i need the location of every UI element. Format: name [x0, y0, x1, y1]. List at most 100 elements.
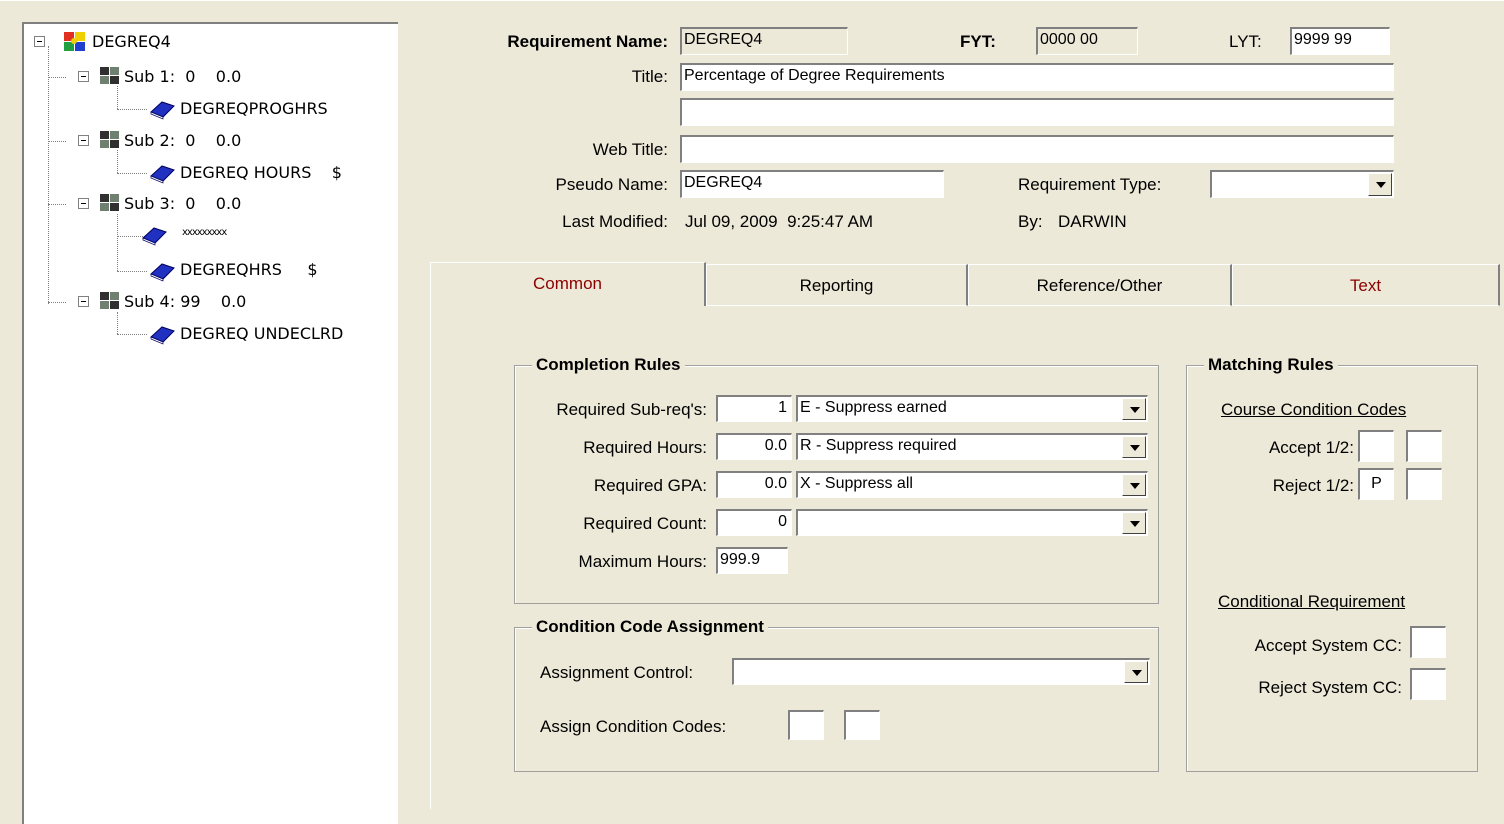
- book-icon: [150, 326, 175, 345]
- assignment-control-select[interactable]: [732, 658, 1150, 685]
- web-title-field[interactable]: [680, 135, 1394, 163]
- required-subreqs-select[interactable]: E - Suppress earned: [796, 395, 1148, 422]
- required-hours-select[interactable]: R - Suppress required: [796, 433, 1148, 460]
- tree-leaf-label[interactable]: DEGREQ UNDECLRD: [180, 323, 398, 345]
- matching-rules-group: [1186, 365, 1478, 772]
- accept-system-cc-label: Accept System CC:: [1254, 636, 1402, 655]
- tab-text-label: Text: [1349, 276, 1382, 295]
- dropdown-arrow-icon[interactable]: [1122, 474, 1146, 496]
- assign-code-2-field[interactable]: [844, 710, 880, 740]
- book-icon: [142, 227, 167, 246]
- required-subreqs-field[interactable]: 1: [716, 395, 792, 422]
- accept-12-label: Accept 1/2:: [1268, 438, 1354, 457]
- collapse-toggle[interactable]: [78, 296, 89, 307]
- dropdown-arrow-icon[interactable]: [1122, 398, 1146, 420]
- tree-leaf-label[interactable]: DEGREQHRS $: [180, 259, 318, 281]
- required-gpa-label: Required GPA:: [593, 476, 707, 495]
- collapse-toggle[interactable]: [78, 198, 89, 209]
- tree-root-label[interactable]: DEGREQ4: [92, 31, 171, 53]
- tree-line: [117, 214, 118, 271]
- title-field-2[interactable]: [680, 98, 1394, 126]
- by-label: By:: [1018, 212, 1043, 231]
- title-field[interactable]: Percentage of Degree Requirements: [680, 63, 1394, 91]
- by-value: DARWIN: [1058, 212, 1127, 231]
- puzzle-icon: [100, 67, 119, 84]
- last-modified-value: Jul 09, 2009 9:25:47 AM: [685, 212, 874, 231]
- tree-leaf-label[interactable]: DEGREQPROGHRS: [180, 98, 328, 120]
- tree-line: [117, 109, 147, 110]
- tree-line: [48, 141, 66, 142]
- required-gpa-select[interactable]: X - Suppress all: [796, 471, 1148, 498]
- tree-sub-label[interactable]: Sub 1: 0 0.0: [124, 66, 241, 88]
- accept-1-field[interactable]: [1358, 430, 1394, 462]
- web-title-label: Web Title:: [592, 140, 668, 159]
- puzzle-icon: [100, 292, 119, 309]
- tree-line: [117, 173, 147, 174]
- assign-code-1-field[interactable]: [788, 710, 824, 740]
- tab-text[interactable]: Text: [1232, 264, 1500, 306]
- tab-common-label: Common: [533, 274, 602, 293]
- collapse-toggle[interactable]: [78, 71, 89, 82]
- reject-2-field[interactable]: [1406, 468, 1442, 500]
- tab-reporting[interactable]: Reporting: [706, 264, 968, 306]
- dropdown-arrow-icon[interactable]: [1124, 661, 1148, 683]
- condition-code-title: Condition Code Assignment: [532, 617, 768, 637]
- completion-rules-title: Completion Rules: [532, 355, 685, 375]
- condition-code-group: [514, 627, 1159, 772]
- title-label: Title:: [631, 67, 668, 86]
- req-name-label: Requirement Name:: [507, 32, 668, 51]
- tree-line: [48, 302, 66, 303]
- assign-condition-codes-label: Assign Condition Codes:: [540, 717, 727, 736]
- required-count-select[interactable]: [796, 509, 1148, 536]
- accept-2-field[interactable]: [1406, 430, 1442, 462]
- course-condition-codes-heading: Course Condition Codes: [1221, 400, 1407, 419]
- window-top-edge: [0, 0, 1504, 5]
- pseudo-name-field[interactable]: DEGREQ4: [680, 170, 944, 198]
- matching-rules-title: Matching Rules: [1204, 355, 1338, 375]
- required-hours-field[interactable]: 0.0: [716, 433, 792, 460]
- required-hours-label: Required Hours:: [583, 438, 707, 457]
- collapse-toggle[interactable]: [34, 36, 45, 47]
- requirement-tree[interactable]: DEGREQ4 Sub 1: 0 0.0 DEGREQPROGHRS Sub 2…: [22, 22, 398, 824]
- required-count-field[interactable]: 0: [716, 509, 792, 536]
- accept-system-cc-field[interactable]: [1410, 626, 1446, 658]
- tree-sub-label[interactable]: Sub 2: 0 0.0: [124, 130, 241, 152]
- req-type-select[interactable]: [1210, 170, 1394, 198]
- tree-line: [48, 77, 66, 78]
- dropdown-arrow-icon[interactable]: [1122, 436, 1146, 458]
- tree-line: [117, 312, 118, 334]
- tree-line: [117, 150, 118, 173]
- tree-leaf-label[interactable]: xxxxxxxxx: [182, 222, 227, 244]
- tree-line: [48, 204, 66, 205]
- fyt-label: FYT:: [960, 32, 996, 51]
- tree-leaf-label[interactable]: DEGREQ HOURS $: [180, 162, 342, 184]
- required-count-label: Required Count:: [583, 514, 707, 533]
- lyt-field[interactable]: 9999 99: [1290, 27, 1390, 55]
- lyt-label: LYT:: [1229, 32, 1262, 51]
- color-puzzle-icon: [64, 32, 85, 51]
- tree-sub-label[interactable]: Sub 3: 0 0.0: [124, 193, 241, 215]
- fyt-field[interactable]: 0000 00: [1036, 27, 1138, 55]
- puzzle-icon: [100, 194, 119, 211]
- dropdown-arrow-icon[interactable]: [1368, 173, 1392, 196]
- puzzle-icon: [100, 131, 119, 148]
- collapse-toggle[interactable]: [78, 135, 89, 146]
- maximum-hours-field[interactable]: 999.9: [716, 547, 788, 574]
- last-modified-label: Last Modified:: [562, 212, 668, 231]
- tab-common[interactable]: Common: [430, 262, 706, 306]
- book-icon: [150, 165, 175, 184]
- tab-reference-other[interactable]: Reference/Other: [968, 264, 1232, 306]
- tree-line: [117, 271, 147, 272]
- req-name-field[interactable]: DEGREQ4: [680, 27, 848, 55]
- dropdown-arrow-icon[interactable]: [1122, 512, 1146, 534]
- required-subreqs-option: E - Suppress earned: [800, 399, 947, 416]
- tree-sub-label[interactable]: Sub 4: 99 0.0: [124, 291, 246, 313]
- reject-12-label: Reject 1/2:: [1272, 476, 1354, 495]
- required-hours-option: R - Suppress required: [800, 437, 957, 454]
- reject-system-cc-field[interactable]: [1410, 668, 1446, 700]
- required-gpa-field[interactable]: 0.0: [716, 471, 792, 498]
- conditional-requirement-heading: Conditional Requirement: [1218, 592, 1406, 611]
- tree-line: [48, 46, 49, 304]
- reject-1-field[interactable]: P: [1358, 468, 1394, 500]
- required-gpa-option: X - Suppress all: [800, 475, 913, 492]
